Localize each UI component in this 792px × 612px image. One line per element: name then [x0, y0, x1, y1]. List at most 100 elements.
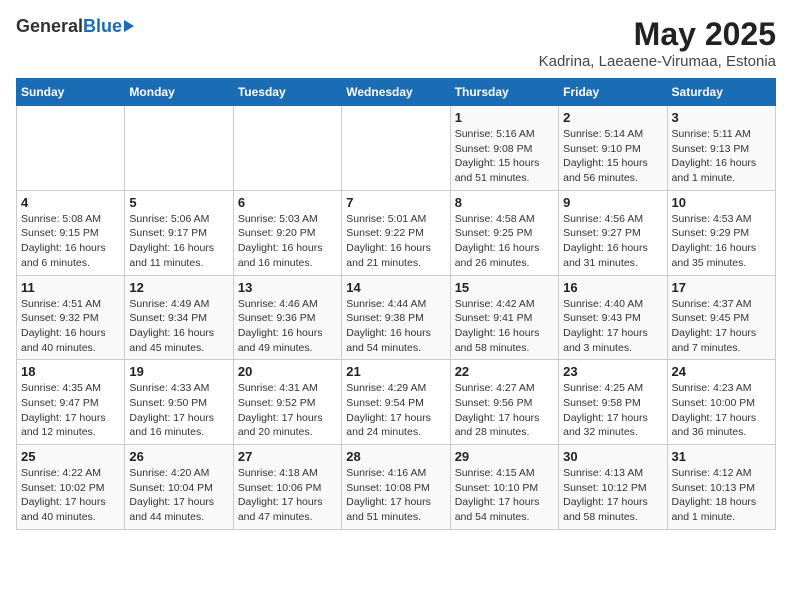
calendar-cell: 24 Sunrise: 4:23 AM Sunset: 10:00 PM Dayl… [667, 360, 775, 445]
day-number: 2 [563, 110, 662, 125]
calendar-cell: 9 Sunrise: 4:56 AM Sunset: 9:27 PM Daylig… [559, 190, 667, 275]
calendar-cell: 21 Sunrise: 4:29 AM Sunset: 9:54 PM Dayli… [342, 360, 450, 445]
day-number: 24 [672, 364, 771, 379]
day-number: 11 [21, 280, 120, 295]
calendar-cell: 7 Sunrise: 5:01 AM Sunset: 9:22 PM Daylig… [342, 190, 450, 275]
calendar-week-row: 11Sunrise: 4:51 AM Sunset: 9:32 PM Dayli… [17, 275, 776, 360]
calendar-cell: 20 Sunrise: 4:31 AM Sunset: 9:52 PM Dayli… [233, 360, 341, 445]
day-info: Sunrise: 4:42 AM Sunset: 9:41 PM Dayligh… [455, 297, 554, 356]
day-info: Sunrise: 4:58 AM Sunset: 9:25 PM Dayligh… [455, 212, 554, 271]
day-info: Sunrise: 4:56 AM Sunset: 9:27 PM Dayligh… [563, 212, 662, 271]
day-info: Sunrise: 4:49 AM Sunset: 9:34 PM Dayligh… [129, 297, 228, 356]
day-info: Sunrise: 4:18 AM Sunset: 10:06 PM Daylig… [238, 466, 337, 525]
logo-arrow-icon [124, 20, 134, 32]
calendar-cell: 12 Sunrise: 4:49 AM Sunset: 9:34 PM Dayli… [125, 275, 233, 360]
day-info: Sunrise: 4:15 AM Sunset: 10:10 PM Daylig… [455, 466, 554, 525]
day-number: 13 [238, 280, 337, 295]
day-info: Sunrise: 4:12 AM Sunset: 10:13 PM Daylig… [672, 466, 771, 525]
header-monday: Monday [125, 79, 233, 106]
day-number: 7 [346, 195, 445, 210]
month-title: May 2025 [539, 16, 776, 53]
calendar-cell: 26 Sunrise: 4:20 AM Sunset: 10:04 PM Dayl… [125, 445, 233, 530]
calendar-week-row: 18Sunrise: 4:35 AM Sunset: 9:47 PM Dayli… [17, 360, 776, 445]
calendar-week-row: 4 Sunrise: 5:08 AM Sunset: 9:15 PM Daylig… [17, 190, 776, 275]
day-info: Sunrise: 5:01 AM Sunset: 9:22 PM Dayligh… [346, 212, 445, 271]
logo-blue: Blue [83, 16, 122, 37]
calendar-cell: 1 Sunrise: 5:16 AM Sunset: 9:08 PM Daylig… [450, 106, 558, 191]
calendar-cell: 5 Sunrise: 5:06 AM Sunset: 9:17 PM Daylig… [125, 190, 233, 275]
day-info: Sunrise: 4:53 AM Sunset: 9:29 PM Dayligh… [672, 212, 771, 271]
day-number: 1 [455, 110, 554, 125]
logo: General Blue [16, 16, 134, 37]
day-number: 3 [672, 110, 771, 125]
day-number: 8 [455, 195, 554, 210]
calendar-cell: 23 Sunrise: 4:25 AM Sunset: 9:58 PM Dayli… [559, 360, 667, 445]
header-saturday: Saturday [667, 79, 775, 106]
calendar-week-row: 25Sunrise: 4:22 AM Sunset: 10:02 PM Dayl… [17, 445, 776, 530]
day-number: 23 [563, 364, 662, 379]
day-number: 5 [129, 195, 228, 210]
page-header: General Blue May 2025 Kadrina, Laeaene-V… [16, 16, 776, 70]
day-number: 20 [238, 364, 337, 379]
day-info: Sunrise: 4:40 AM Sunset: 9:43 PM Dayligh… [563, 297, 662, 356]
calendar-cell [17, 106, 125, 191]
day-info: Sunrise: 4:23 AM Sunset: 10:00 PM Daylig… [672, 381, 771, 440]
calendar-cell: 4 Sunrise: 5:08 AM Sunset: 9:15 PM Daylig… [17, 190, 125, 275]
day-number: 12 [129, 280, 228, 295]
day-number: 31 [672, 449, 771, 464]
calendar-cell: 3 Sunrise: 5:11 AM Sunset: 9:13 PM Daylig… [667, 106, 775, 191]
day-number: 10 [672, 195, 771, 210]
day-info: Sunrise: 4:29 AM Sunset: 9:54 PM Dayligh… [346, 381, 445, 440]
location: Kadrina, Laeaene-Virumaa, Estonia [539, 53, 776, 70]
calendar-cell: 13 Sunrise: 4:46 AM Sunset: 9:36 PM Dayli… [233, 275, 341, 360]
day-number: 22 [455, 364, 554, 379]
calendar-cell: 27 Sunrise: 4:18 AM Sunset: 10:06 PM Dayl… [233, 445, 341, 530]
calendar-cell: 30Sunrise: 4:13 AM Sunset: 10:12 PM Dayl… [559, 445, 667, 530]
day-info: Sunrise: 4:20 AM Sunset: 10:04 PM Daylig… [129, 466, 228, 525]
header-tuesday: Tuesday [233, 79, 341, 106]
day-number: 6 [238, 195, 337, 210]
day-number: 19 [129, 364, 228, 379]
calendar-week-row: 1 Sunrise: 5:16 AM Sunset: 9:08 PM Daylig… [17, 106, 776, 191]
day-info: Sunrise: 4:25 AM Sunset: 9:58 PM Dayligh… [563, 381, 662, 440]
day-info: Sunrise: 4:27 AM Sunset: 9:56 PM Dayligh… [455, 381, 554, 440]
calendar-cell: 10 Sunrise: 4:53 AM Sunset: 9:29 PM Dayli… [667, 190, 775, 275]
calendar-cell: 18Sunrise: 4:35 AM Sunset: 9:47 PM Dayli… [17, 360, 125, 445]
calendar-cell: 28Sunrise: 4:16 AM Sunset: 10:08 PM Dayl… [342, 445, 450, 530]
day-info: Sunrise: 4:33 AM Sunset: 9:50 PM Dayligh… [129, 381, 228, 440]
day-info: Sunrise: 4:31 AM Sunset: 9:52 PM Dayligh… [238, 381, 337, 440]
day-info: Sunrise: 5:14 AM Sunset: 9:10 PM Dayligh… [563, 127, 662, 186]
day-number: 21 [346, 364, 445, 379]
calendar-cell: 17Sunrise: 4:37 AM Sunset: 9:45 PM Dayli… [667, 275, 775, 360]
calendar-cell: 11Sunrise: 4:51 AM Sunset: 9:32 PM Dayli… [17, 275, 125, 360]
calendar-cell: 15Sunrise: 4:42 AM Sunset: 9:41 PM Dayli… [450, 275, 558, 360]
header-friday: Friday [559, 79, 667, 106]
calendar-header-row: SundayMondayTuesdayWednesdayThursdayFrid… [17, 79, 776, 106]
day-number: 26 [129, 449, 228, 464]
header-sunday: Sunday [17, 79, 125, 106]
day-number: 29 [455, 449, 554, 464]
calendar-cell: 14Sunrise: 4:44 AM Sunset: 9:38 PM Dayli… [342, 275, 450, 360]
day-number: 28 [346, 449, 445, 464]
day-info: Sunrise: 5:11 AM Sunset: 9:13 PM Dayligh… [672, 127, 771, 186]
day-info: Sunrise: 5:08 AM Sunset: 9:15 PM Dayligh… [21, 212, 120, 271]
day-number: 4 [21, 195, 120, 210]
calendar-table: SundayMondayTuesdayWednesdayThursdayFrid… [16, 78, 776, 530]
calendar-cell: 31 Sunrise: 4:12 AM Sunset: 10:13 PM Dayl… [667, 445, 775, 530]
day-info: Sunrise: 4:44 AM Sunset: 9:38 PM Dayligh… [346, 297, 445, 356]
calendar-cell: 29 Sunrise: 4:15 AM Sunset: 10:10 PM Dayl… [450, 445, 558, 530]
calendar-cell: 6Sunrise: 5:03 AM Sunset: 9:20 PM Daylig… [233, 190, 341, 275]
calendar-cell [233, 106, 341, 191]
calendar-cell [125, 106, 233, 191]
day-info: Sunrise: 4:37 AM Sunset: 9:45 PM Dayligh… [672, 297, 771, 356]
header-wednesday: Wednesday [342, 79, 450, 106]
day-info: Sunrise: 5:16 AM Sunset: 9:08 PM Dayligh… [455, 127, 554, 186]
day-number: 9 [563, 195, 662, 210]
day-info: Sunrise: 5:06 AM Sunset: 9:17 PM Dayligh… [129, 212, 228, 271]
logo-general: General [16, 16, 83, 37]
day-number: 18 [21, 364, 120, 379]
day-info: Sunrise: 4:46 AM Sunset: 9:36 PM Dayligh… [238, 297, 337, 356]
calendar-cell: 16Sunrise: 4:40 AM Sunset: 9:43 PM Dayli… [559, 275, 667, 360]
calendar-cell: 22 Sunrise: 4:27 AM Sunset: 9:56 PM Dayli… [450, 360, 558, 445]
day-number: 27 [238, 449, 337, 464]
